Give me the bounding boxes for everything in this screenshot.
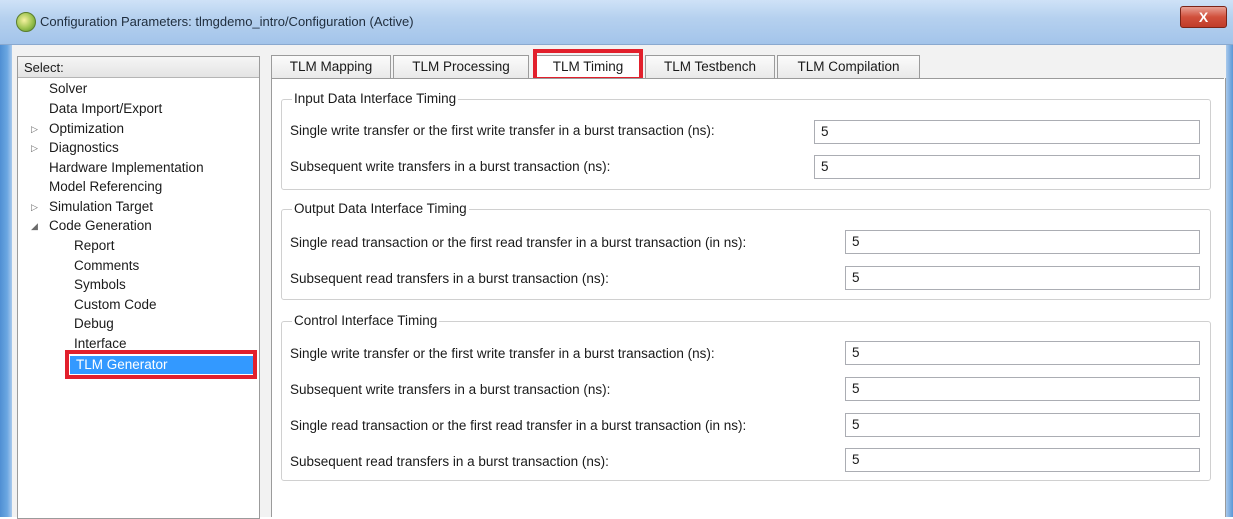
- control-subsequent-read-label: Subsequent read transfers in a burst tra…: [290, 454, 609, 469]
- window-frame-left: [0, 0, 12, 517]
- input-single-write-field[interactable]: 5: [814, 120, 1200, 144]
- tab-tlm-testbench[interactable]: TLM Testbench: [645, 55, 775, 78]
- tree-item-diagnostics[interactable]: Diagnostics: [49, 139, 119, 157]
- tree-item-symbols[interactable]: Symbols: [74, 276, 126, 294]
- control-subsequent-write-field[interactable]: 5: [845, 377, 1200, 401]
- category-tree: Select: Solver Data Import/Export ▷ Opti…: [17, 56, 260, 519]
- expand-arrow-icon[interactable]: ▷: [31, 143, 38, 154]
- highlight-box-tree: [65, 350, 257, 379]
- control-single-write-field[interactable]: 5: [845, 341, 1200, 365]
- tree-header: Select:: [18, 57, 259, 78]
- expand-arrow-icon[interactable]: ▷: [31, 124, 38, 135]
- control-subsequent-read-field[interactable]: 5: [845, 448, 1200, 472]
- control-timing-title: Control Interface Timing: [292, 313, 440, 328]
- tree-item-hardware-implementation[interactable]: Hardware Implementation: [49, 159, 204, 177]
- tab-tlm-compilation[interactable]: TLM Compilation: [777, 55, 920, 78]
- output-subsequent-read-field[interactable]: 5: [845, 266, 1200, 290]
- input-subsequent-write-label: Subsequent write transfers in a burst tr…: [290, 159, 611, 174]
- expand-arrow-icon[interactable]: ▷: [31, 202, 38, 213]
- window-title: Configuration Parameters: tlmgdemo_intro…: [40, 14, 414, 29]
- title-bar[interactable]: Configuration Parameters: tlmgdemo_intro…: [0, 0, 1233, 45]
- tree-item-model-referencing[interactable]: Model Referencing: [49, 178, 162, 196]
- window-frame-right: [1226, 0, 1233, 517]
- tree-item-simulation-target[interactable]: Simulation Target: [49, 198, 153, 216]
- tree-header-label: Select:: [24, 60, 64, 75]
- input-subsequent-write-field[interactable]: 5: [814, 155, 1200, 179]
- input-single-write-label: Single write transfer or the first write…: [290, 123, 715, 138]
- control-subsequent-write-label: Subsequent write transfers in a burst tr…: [290, 382, 611, 397]
- close-button[interactable]: X: [1180, 6, 1227, 28]
- tree-item-optimization[interactable]: Optimization: [49, 120, 124, 138]
- tab-strip-line: [271, 78, 1224, 79]
- output-single-read-label: Single read transaction or the first rea…: [290, 235, 747, 250]
- tree-item-code-generation[interactable]: Code Generation: [49, 217, 152, 235]
- input-data-timing-title: Input Data Interface Timing: [292, 91, 459, 106]
- tree-item-comments[interactable]: Comments: [74, 257, 139, 275]
- tree-item-data-import-export[interactable]: Data Import/Export: [49, 100, 162, 118]
- output-single-read-field[interactable]: 5: [845, 230, 1200, 254]
- tree-item-report[interactable]: Report: [74, 237, 115, 255]
- collapse-arrow-icon[interactable]: ◢: [31, 221, 38, 232]
- tree-item-solver[interactable]: Solver: [49, 80, 87, 98]
- control-single-read-field[interactable]: 5: [845, 413, 1200, 437]
- highlight-box-tab: [533, 49, 643, 81]
- output-subsequent-read-label: Subsequent read transfers in a burst tra…: [290, 271, 609, 286]
- tab-tlm-mapping[interactable]: TLM Mapping: [271, 55, 391, 78]
- tree-item-debug[interactable]: Debug: [74, 315, 114, 333]
- tree-item-custom-code[interactable]: Custom Code: [74, 296, 157, 314]
- simulink-icon: [16, 12, 36, 32]
- control-single-read-label: Single read transaction or the first rea…: [290, 418, 747, 433]
- control-single-write-label: Single write transfer or the first write…: [290, 346, 715, 361]
- output-data-timing-title: Output Data Interface Timing: [292, 201, 469, 216]
- tab-tlm-processing[interactable]: TLM Processing: [393, 55, 529, 78]
